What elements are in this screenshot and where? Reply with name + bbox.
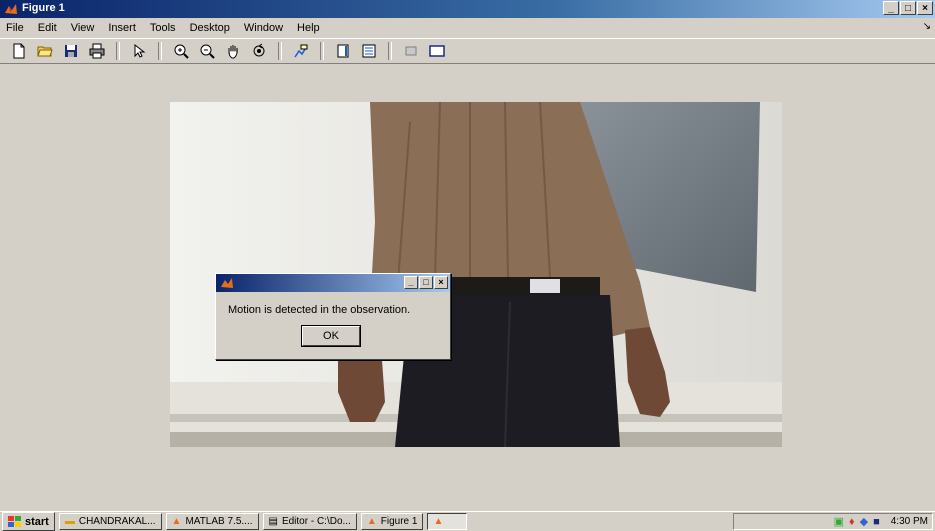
menu-desktop[interactable]: Desktop xyxy=(190,22,230,34)
show-plot-tools-icon xyxy=(429,45,445,57)
save-button[interactable] xyxy=(60,40,82,62)
matlab-figure-icon: ▲ xyxy=(366,516,377,527)
menu-insert[interactable]: Insert xyxy=(108,22,136,34)
pan-hand-icon xyxy=(228,45,238,59)
open-file-button[interactable] xyxy=(34,40,56,62)
dialog-message: Motion is detected in the observation. xyxy=(228,304,411,316)
toolbar-separator xyxy=(158,42,162,60)
minimize-button[interactable]: _ xyxy=(883,1,899,15)
update-icon[interactable]: ■ xyxy=(873,516,880,528)
matlab-logo-icon xyxy=(5,4,17,14)
dialog-titlebar[interactable]: _ □ × xyxy=(216,274,450,292)
toolbar-separator xyxy=(388,42,392,60)
zoom-in-icon xyxy=(174,44,189,59)
editor-icon: ▤ xyxy=(268,516,278,527)
dialog-minimize-button[interactable]: _ xyxy=(404,276,418,289)
edit-plot-button[interactable] xyxy=(128,40,150,62)
window-titlebar[interactable]: Figure 1 _ □ × xyxy=(0,0,935,18)
matlab-logo-icon xyxy=(221,278,233,288)
toolbar-separator xyxy=(116,42,120,60)
figure-canvas: _ □ × Motion is detected in the observat… xyxy=(0,65,935,510)
clock: 4:30 PM xyxy=(890,516,928,527)
menu-bar: File Edit View Insert Tools Desktop Wind… xyxy=(0,19,935,37)
message-dialog: _ □ × Motion is detected in the observat… xyxy=(215,273,451,360)
shield-icon[interactable]: ◆ xyxy=(860,515,868,528)
windows-logo-icon xyxy=(8,515,21,527)
belt-buckle xyxy=(530,279,560,293)
window-title: Figure 1 xyxy=(22,2,65,14)
matlab-figure-icon: ▲ xyxy=(433,516,444,527)
task-button-dialog[interactable]: ▲ xyxy=(427,513,468,530)
dialog-maximize-button[interactable]: □ xyxy=(419,276,433,289)
new-figure-icon xyxy=(13,43,25,59)
open-file-icon xyxy=(37,46,53,57)
data-cursor-icon xyxy=(294,44,308,58)
insert-colorbar-button[interactable] xyxy=(332,40,354,62)
volume-icon[interactable]: ♦ xyxy=(849,516,855,528)
network-icon[interactable]: ▣ xyxy=(834,515,844,528)
toolbar-separator xyxy=(320,42,324,60)
matlab-icon: ▲ xyxy=(171,516,182,527)
data-cursor-button[interactable] xyxy=(290,40,312,62)
hide-plot-tools-icon xyxy=(405,46,417,56)
task-label: CHANDRAKAL... xyxy=(78,516,156,527)
insert-legend-button[interactable] xyxy=(358,40,380,62)
menu-window[interactable]: Window xyxy=(244,22,283,34)
print-icon xyxy=(89,43,105,59)
task-button-figure[interactable]: ▲ Figure 1 xyxy=(360,513,424,530)
menu-tools[interactable]: Tools xyxy=(150,22,176,34)
start-label: start xyxy=(25,515,49,528)
maximize-button[interactable]: □ xyxy=(900,1,916,15)
new-figure-button[interactable] xyxy=(8,40,30,62)
rotate-3d-icon xyxy=(253,43,265,57)
toolbar-separator xyxy=(278,42,282,60)
close-button[interactable]: × xyxy=(917,1,933,15)
task-button-matlab[interactable]: ▲ MATLAB 7.5.... xyxy=(165,513,259,530)
dialog-close-button[interactable]: × xyxy=(434,276,448,289)
insert-legend-icon xyxy=(362,44,376,58)
figure-toolbar xyxy=(0,38,935,64)
task-button-folder[interactable]: ▬ CHANDRAKAL... xyxy=(58,513,162,530)
menu-file[interactable]: File xyxy=(6,22,24,34)
dock-arrow-icon[interactable]: ↘ xyxy=(923,21,931,32)
pan-button[interactable] xyxy=(222,40,244,62)
zoom-in-button[interactable] xyxy=(170,40,192,62)
task-button-editor[interactable]: ▤ Editor - C:\Do... xyxy=(262,513,357,530)
show-plot-tools-button[interactable] xyxy=(426,40,448,62)
menu-edit[interactable]: Edit xyxy=(38,22,57,34)
save-icon xyxy=(65,45,77,57)
menu-view[interactable]: View xyxy=(71,22,95,34)
rotate-3d-button[interactable] xyxy=(248,40,270,62)
ok-button[interactable]: OK xyxy=(301,325,361,347)
start-button[interactable]: start xyxy=(2,512,55,531)
menu-help[interactable]: Help xyxy=(297,22,320,34)
hide-plot-tools-button[interactable] xyxy=(400,40,422,62)
edit-plot-arrow-icon xyxy=(134,43,146,58)
task-label: Editor - C:\Do... xyxy=(281,516,351,527)
task-label: Figure 1 xyxy=(380,516,418,527)
system-tray: ▣ ♦ ◆ ■ 4:30 PM xyxy=(733,513,933,530)
print-button[interactable] xyxy=(86,40,108,62)
folder-icon: ▬ xyxy=(64,516,75,527)
taskbar: start ▬ CHANDRAKAL... ▲ MATLAB 7.5.... ▤… xyxy=(0,511,935,531)
insert-colorbar-icon xyxy=(337,44,349,58)
zoom-out-button[interactable] xyxy=(196,40,218,62)
task-label: MATLAB 7.5.... xyxy=(185,516,253,527)
zoom-out-icon xyxy=(200,44,215,59)
